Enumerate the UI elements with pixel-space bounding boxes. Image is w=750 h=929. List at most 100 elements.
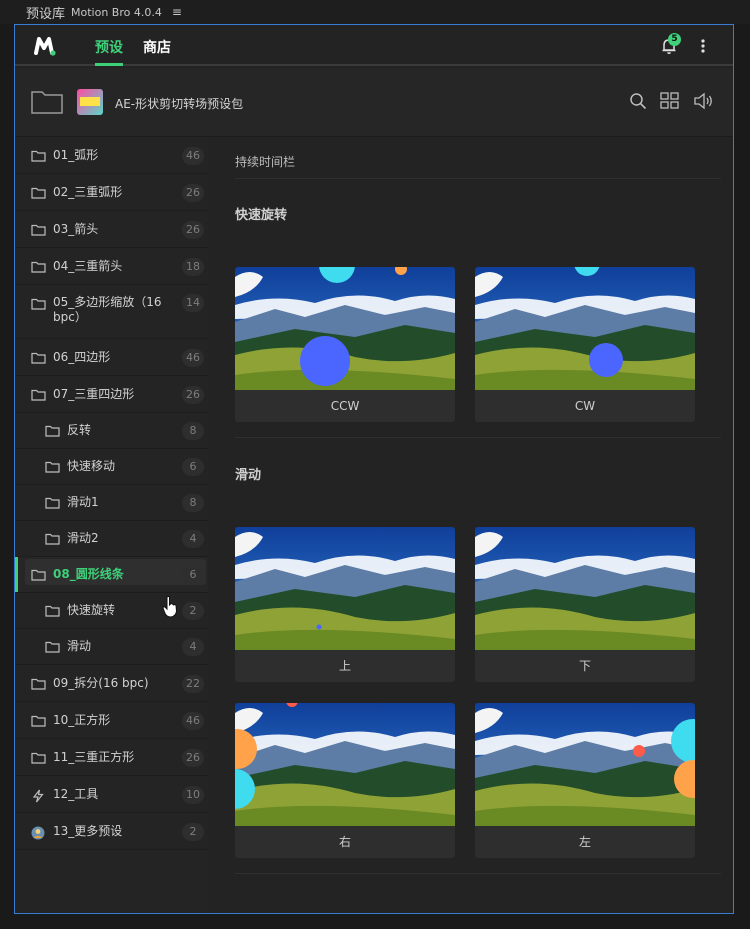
top-navigation: 预设 商店 5 bbox=[15, 25, 733, 66]
item-count-badge: 4 bbox=[182, 638, 204, 656]
preset-card[interactable]: CCW bbox=[235, 267, 455, 422]
item-count-badge: 8 bbox=[182, 494, 204, 512]
sidebar-subcategory-item[interactable]: 快速旋转 2 bbox=[15, 593, 208, 629]
sidebar-subcategory-item[interactable]: 滑动2 4 bbox=[15, 521, 208, 557]
item-count-badge: 46 bbox=[182, 147, 204, 165]
sidebar-subcategory-item[interactable]: 快速移动 6 bbox=[15, 449, 208, 485]
sidebar-category-item[interactable]: 01_弧形 46 bbox=[15, 137, 208, 174]
preset-preview-image[interactable] bbox=[475, 267, 695, 390]
folder-icon bbox=[31, 298, 46, 310]
folder-icon bbox=[45, 497, 60, 509]
hand-pointer-icon bbox=[162, 596, 178, 618]
sidebar-category-item[interactable]: 04_三重箭头 18 bbox=[15, 248, 208, 285]
item-count-badge: 8 bbox=[182, 422, 204, 440]
sidebar-category-item[interactable]: 10_正方形 46 bbox=[15, 702, 208, 739]
sidebar-item-label: 01_弧形 bbox=[53, 148, 99, 162]
sidebar-subcategory-item[interactable]: 滑动 4 bbox=[15, 629, 208, 665]
more-options-icon[interactable] bbox=[697, 37, 709, 55]
item-count-badge: 6 bbox=[182, 458, 204, 476]
item-count-badge: 2 bbox=[182, 602, 204, 620]
motion-bro-logo-icon[interactable] bbox=[34, 35, 58, 57]
sidebar-item-label: 08_圆形线条 bbox=[53, 567, 124, 581]
item-count-badge: 26 bbox=[182, 221, 204, 239]
folder-icon bbox=[45, 461, 60, 473]
item-count-badge: 26 bbox=[182, 184, 204, 202]
item-count-badge: 14 bbox=[182, 294, 204, 312]
folder-icon bbox=[45, 605, 60, 617]
sidebar-item-label: 04_三重箭头 bbox=[53, 259, 123, 273]
folder-icon bbox=[31, 352, 46, 364]
sidebar-item-label: 反转 bbox=[67, 423, 92, 437]
notification-badge: 5 bbox=[668, 33, 681, 46]
sidebar-category-item[interactable]: 05_多边形缩放（16 bpc） 14 bbox=[15, 285, 208, 339]
folder-icon bbox=[45, 425, 60, 437]
preset-preview-image[interactable] bbox=[475, 527, 695, 650]
section-title-slide: 滑动 bbox=[235, 468, 262, 483]
item-count-badge: 18 bbox=[182, 258, 204, 276]
sidebar-category-item[interactable]: 13_更多预设 2 bbox=[15, 813, 208, 850]
sidebar-subcategory-item[interactable]: 反转 8 bbox=[15, 413, 208, 449]
preset-card[interactable]: 右 bbox=[235, 703, 455, 858]
sidebar-category-item[interactable]: 12_工具 10 bbox=[15, 776, 208, 813]
folder-icon bbox=[31, 715, 46, 727]
divider bbox=[235, 178, 721, 179]
sidebar-category-item[interactable]: 03_箭头 26 bbox=[15, 211, 208, 248]
section-title-quick-rotate: 快速旋转 bbox=[235, 208, 288, 223]
folder-icon bbox=[31, 678, 46, 690]
breadcrumb: 持续时间栏 bbox=[235, 155, 296, 169]
item-count-badge: 26 bbox=[182, 386, 204, 404]
tab-store[interactable]: 商店 bbox=[143, 37, 171, 57]
sidebar-category-item[interactable]: 07_三重四边形 26 bbox=[15, 376, 208, 413]
sidebar-category-item[interactable]: 09_拆分(16 bpc) 22 bbox=[15, 665, 208, 702]
sidebar-category-item[interactable]: 02_三重弧形 26 bbox=[15, 174, 208, 211]
item-count-badge: 10 bbox=[182, 786, 204, 804]
divider bbox=[235, 437, 721, 438]
pack-name: AE-形状剪切转场预设包 bbox=[115, 97, 244, 111]
sidebar-category-item[interactable]: 06_四边形 46 bbox=[15, 339, 208, 376]
selection-indicator bbox=[15, 557, 18, 592]
sidebar-item-label: 09_拆分(16 bpc) bbox=[53, 676, 149, 690]
sidebar-subcategory-item[interactable]: 滑动1 8 bbox=[15, 485, 208, 521]
preset-preview-image[interactable] bbox=[235, 703, 455, 826]
preset-preview-image[interactable] bbox=[235, 527, 455, 650]
folder-icon bbox=[31, 752, 46, 764]
sidebar-category-item[interactable]: 11_三重正方形 26 bbox=[15, 739, 208, 776]
sidebar-item-label: 05_多边形缩放（16 bpc） bbox=[53, 295, 162, 324]
sidebar-item-label: 快速移动 bbox=[67, 459, 116, 473]
folder-icon bbox=[31, 389, 46, 401]
folder-icon bbox=[31, 569, 46, 581]
folder-icon bbox=[45, 641, 60, 653]
panel-menu-icon[interactable]: ≡ bbox=[172, 5, 182, 19]
app-version: Motion Bro 4.0.4 bbox=[71, 5, 162, 19]
sidebar-item-label: 13_更多预设 bbox=[53, 824, 123, 838]
folder-icon bbox=[31, 187, 46, 199]
preset-card[interactable]: 上 bbox=[235, 527, 455, 682]
preset-card[interactable]: CW bbox=[475, 267, 695, 422]
category-sidebar: 01_弧形 46 02_三重弧形 26 03_箭头 26 04_三重箭头 18 05_多边形缩放… bbox=[15, 137, 208, 913]
preset-preview-image[interactable] bbox=[475, 703, 695, 826]
grid-view-icon[interactable] bbox=[660, 92, 680, 110]
preset-card-label: 左 bbox=[578, 835, 591, 849]
preset-card-label: 上 bbox=[338, 659, 351, 673]
preset-card[interactable]: 左 bbox=[475, 703, 695, 858]
item-count-badge: 4 bbox=[182, 530, 204, 548]
sidebar-item-label: 07_三重四边形 bbox=[53, 387, 135, 401]
preset-card-label: CCW bbox=[330, 399, 360, 413]
search-icon[interactable] bbox=[629, 92, 647, 110]
sidebar-item-label: 滑动1 bbox=[67, 495, 99, 509]
item-count-badge: 46 bbox=[182, 712, 204, 730]
speaker-icon[interactable] bbox=[693, 92, 715, 110]
preset-card[interactable]: 下 bbox=[475, 527, 695, 682]
preset-card-label: 下 bbox=[578, 659, 591, 673]
preset-grid-area: 持续时间栏 快速旋转 滑动 CCW CW 上 下 右 左 bbox=[208, 137, 733, 913]
folder-icon[interactable] bbox=[31, 90, 63, 114]
tab-presets[interactable]: 预设 bbox=[95, 37, 123, 57]
item-count-badge: 26 bbox=[182, 749, 204, 767]
folder-icon bbox=[31, 150, 46, 162]
preset-card-label: CW bbox=[574, 399, 596, 413]
sidebar-item-label: 10_正方形 bbox=[53, 713, 111, 727]
avatar-icon bbox=[31, 826, 46, 840]
sidebar-category-item[interactable]: 08_圆形线条 6 bbox=[15, 557, 208, 593]
folder-icon bbox=[31, 224, 46, 236]
preset-preview-image[interactable] bbox=[235, 267, 455, 390]
